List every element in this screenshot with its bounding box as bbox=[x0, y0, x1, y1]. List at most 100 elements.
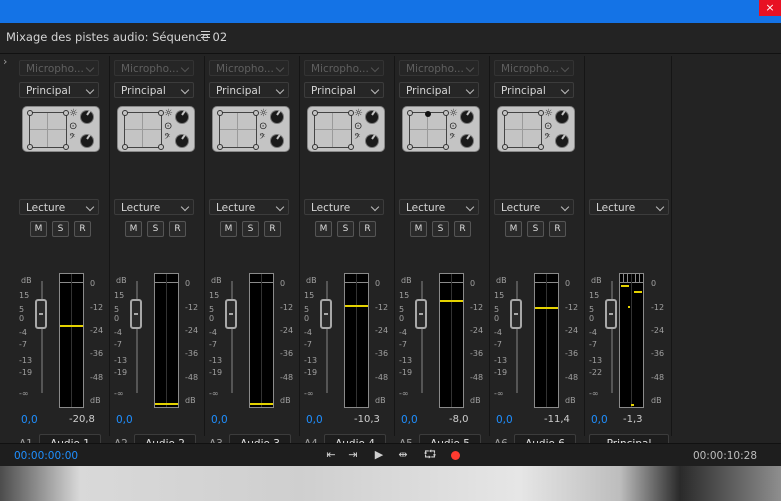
center-level-knob-icon[interactable] bbox=[81, 111, 93, 123]
center-level-knob-icon[interactable] bbox=[176, 111, 188, 123]
center-level-knob-icon[interactable] bbox=[556, 111, 568, 123]
fader-scale-tick: -4 bbox=[114, 328, 122, 337]
master-automation-mode-select[interactable]: Lecture bbox=[589, 199, 669, 215]
automation-mode-select[interactable]: Lecture bbox=[114, 199, 194, 215]
surround-panner[interactable]: ☼ ⊙ 𝄢 bbox=[22, 106, 100, 152]
output-routing-select[interactable]: Principal bbox=[494, 82, 574, 98]
center-level-knob-icon[interactable] bbox=[461, 111, 473, 123]
close-window-button[interactable]: × bbox=[759, 0, 781, 16]
surround-panner[interactable]: ☼ ⊙ 𝄢 bbox=[497, 106, 575, 152]
expand-effects-chevron-icon[interactable]: › bbox=[3, 55, 7, 68]
bass-clef-icon: 𝄢 bbox=[544, 133, 551, 144]
panner-pad[interactable] bbox=[122, 110, 164, 150]
lfe-level-knob-icon[interactable] bbox=[271, 135, 283, 147]
solo-button[interactable]: S bbox=[337, 221, 354, 237]
automation-mode-select[interactable]: Lecture bbox=[494, 199, 574, 215]
lfe-level-knob-icon[interactable] bbox=[176, 135, 188, 147]
input-select[interactable]: Micropho... bbox=[114, 60, 194, 76]
panner-pad[interactable] bbox=[217, 110, 259, 150]
fader-scale-tick: -19 bbox=[399, 368, 413, 377]
mute-button[interactable]: M bbox=[220, 221, 237, 237]
automation-mode-select[interactable]: Lecture bbox=[304, 199, 384, 215]
volume-fader-handle[interactable] bbox=[320, 299, 332, 329]
input-select[interactable]: Micropho... bbox=[494, 60, 574, 76]
volume-fader-handle[interactable] bbox=[35, 299, 47, 329]
input-select[interactable]: Micropho... bbox=[19, 60, 99, 76]
solo-button[interactable]: S bbox=[242, 221, 259, 237]
mute-button[interactable]: M bbox=[125, 221, 142, 237]
level-meter bbox=[249, 273, 274, 408]
panner-pad[interactable] bbox=[27, 110, 69, 150]
meter-scale-tick: dB bbox=[185, 396, 196, 405]
current-timecode[interactable]: 00:00:00:00 bbox=[14, 450, 78, 462]
solo-button[interactable]: S bbox=[432, 221, 449, 237]
record-enable-button[interactable]: R bbox=[549, 221, 566, 237]
mute-button[interactable]: M bbox=[30, 221, 47, 237]
volume-fader-handle[interactable] bbox=[225, 299, 237, 329]
fader-scale-tick: 0 bbox=[494, 314, 500, 323]
go-to-in-icon[interactable]: ⇤ bbox=[323, 448, 339, 462]
sun-icon: ☼ bbox=[259, 108, 268, 119]
volume-fader-handle[interactable] bbox=[415, 299, 427, 329]
lfe-level-knob-icon[interactable] bbox=[461, 135, 473, 147]
output-routing-select[interactable]: Principal bbox=[399, 82, 479, 98]
panner-pad[interactable] bbox=[502, 110, 544, 150]
solo-button[interactable]: S bbox=[527, 221, 544, 237]
center-level-knob-icon[interactable] bbox=[271, 111, 283, 123]
record-icon[interactable] bbox=[451, 451, 460, 460]
bass-clef-icon: 𝄢 bbox=[259, 133, 266, 144]
mute-button[interactable]: M bbox=[505, 221, 522, 237]
record-enable-button[interactable]: R bbox=[74, 221, 91, 237]
lfe-level-knob-icon[interactable] bbox=[366, 135, 378, 147]
output-routing-select[interactable]: Principal bbox=[114, 82, 194, 98]
volume-fader-handle[interactable] bbox=[510, 299, 522, 329]
center-level-knob-icon[interactable] bbox=[366, 111, 378, 123]
go-to-out-icon[interactable]: ⇥ bbox=[345, 448, 361, 462]
play-in-to-out-icon[interactable]: ⇹ bbox=[395, 448, 411, 462]
surround-panner[interactable]: ☼ ⊙ 𝄢 bbox=[307, 106, 385, 152]
fader-scale-tick: -∞ bbox=[209, 389, 219, 398]
volume-value[interactable]: 0,0 bbox=[211, 414, 228, 426]
fader-db-label: dB bbox=[116, 276, 127, 285]
surround-panner[interactable]: ☼ ⊙ 𝄢 bbox=[402, 106, 480, 152]
record-enable-button[interactable]: R bbox=[359, 221, 376, 237]
record-enable-button[interactable]: R bbox=[169, 221, 186, 237]
lfe-level-knob-icon[interactable] bbox=[556, 135, 568, 147]
fader-scale-tick: -∞ bbox=[589, 389, 599, 398]
peak-value: -20,8 bbox=[69, 414, 95, 425]
input-select-label: Micropho... bbox=[501, 63, 559, 75]
volume-value[interactable]: 0,0 bbox=[21, 414, 38, 426]
record-enable-button[interactable]: R bbox=[264, 221, 281, 237]
panner-pad[interactable] bbox=[312, 110, 354, 150]
fader-scale-tick: -4 bbox=[304, 328, 312, 337]
play-icon[interactable]: ▶ bbox=[371, 448, 387, 462]
volume-value[interactable]: 0,0 bbox=[496, 414, 513, 426]
mute-button[interactable]: M bbox=[410, 221, 427, 237]
surround-panner[interactable]: ☼ ⊙ 𝄢 bbox=[212, 106, 290, 152]
solo-button[interactable]: S bbox=[147, 221, 164, 237]
output-routing-select[interactable]: Principal bbox=[209, 82, 289, 98]
volume-fader-handle[interactable] bbox=[130, 299, 142, 329]
output-routing-select[interactable]: Principal bbox=[304, 82, 384, 98]
lfe-level-knob-icon[interactable] bbox=[81, 135, 93, 147]
master-volume-value[interactable]: 0,0 bbox=[591, 414, 608, 426]
loop-icon[interactable]: ⮔ bbox=[422, 448, 438, 462]
automation-mode-select[interactable]: Lecture bbox=[209, 199, 289, 215]
mute-button[interactable]: M bbox=[315, 221, 332, 237]
automation-mode-select[interactable]: Lecture bbox=[399, 199, 479, 215]
record-enable-button[interactable]: R bbox=[454, 221, 471, 237]
master-volume-fader-handle[interactable] bbox=[605, 299, 617, 329]
input-select[interactable]: Micropho... bbox=[209, 60, 289, 76]
volume-value[interactable]: 0,0 bbox=[116, 414, 133, 426]
output-routing-select[interactable]: Principal bbox=[19, 82, 99, 98]
input-select[interactable]: Micropho... bbox=[304, 60, 384, 76]
panel-menu-icon[interactable] bbox=[201, 31, 210, 40]
solo-button[interactable]: S bbox=[52, 221, 69, 237]
input-select[interactable]: Micropho... bbox=[399, 60, 479, 76]
panner-position-dot[interactable] bbox=[425, 111, 431, 117]
volume-value[interactable]: 0,0 bbox=[306, 414, 323, 426]
automation-mode-select[interactable]: Lecture bbox=[19, 199, 99, 215]
volume-value[interactable]: 0,0 bbox=[401, 414, 418, 426]
surround-panner[interactable]: ☼ ⊙ 𝄢 bbox=[117, 106, 195, 152]
panner-pad[interactable] bbox=[407, 110, 449, 150]
